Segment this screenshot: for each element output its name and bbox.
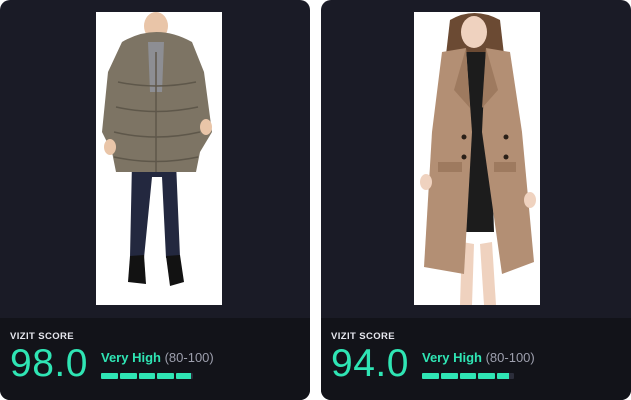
score-bar-fill — [497, 373, 509, 379]
score-bar-segment — [497, 373, 514, 379]
puffer-coat-photo-icon — [96, 12, 222, 305]
score-bar-segment — [157, 373, 175, 379]
score-bar — [101, 373, 193, 379]
score-bar-fill — [101, 373, 118, 379]
wool-coat-photo-icon — [414, 12, 540, 305]
product-card-1[interactable]: VIZIT SCORE 98.0 Very High (80-100) — [0, 0, 310, 400]
score-bar-segment — [459, 373, 477, 379]
score-level: Very High — [422, 350, 482, 365]
score-bar-fill — [176, 373, 192, 379]
score-range: (80-100) — [164, 350, 214, 365]
score-bar-segment — [440, 373, 458, 379]
product-card-2[interactable]: VIZIT SCORE 94.0 Very High (80-100) — [321, 0, 631, 400]
score-bar-fill — [138, 373, 156, 379]
score-bar-fill — [119, 373, 137, 379]
score-level: Very High — [101, 350, 161, 365]
product-image-1[interactable] — [96, 12, 222, 305]
score-footer: VIZIT SCORE 94.0 Very High (80-100) — [321, 318, 631, 400]
score-value: 98.0 — [10, 342, 88, 385]
score-bar-segment — [422, 373, 439, 379]
score-bar-fill — [478, 373, 496, 379]
score-rating: Very High (80-100) — [422, 350, 535, 365]
score-bar-segment — [138, 373, 156, 379]
score-bar-fill — [157, 373, 175, 379]
score-range: (80-100) — [485, 350, 535, 365]
score-label: VIZIT SCORE — [331, 331, 396, 342]
score-bar — [422, 373, 514, 379]
score-value: 94.0 — [331, 342, 409, 385]
score-bar-fill — [459, 373, 477, 379]
score-label: VIZIT SCORE — [10, 331, 75, 342]
score-bar-segment — [101, 373, 118, 379]
score-bar-fill — [422, 373, 439, 379]
score-bar-segment — [478, 373, 496, 379]
score-footer: VIZIT SCORE 98.0 Very High (80-100) — [0, 318, 310, 400]
product-image-2[interactable] — [414, 12, 540, 305]
score-bar-fill — [440, 373, 458, 379]
score-bar-segment — [176, 373, 193, 379]
score-bar-segment — [119, 373, 137, 379]
score-rating: Very High (80-100) — [101, 350, 214, 365]
